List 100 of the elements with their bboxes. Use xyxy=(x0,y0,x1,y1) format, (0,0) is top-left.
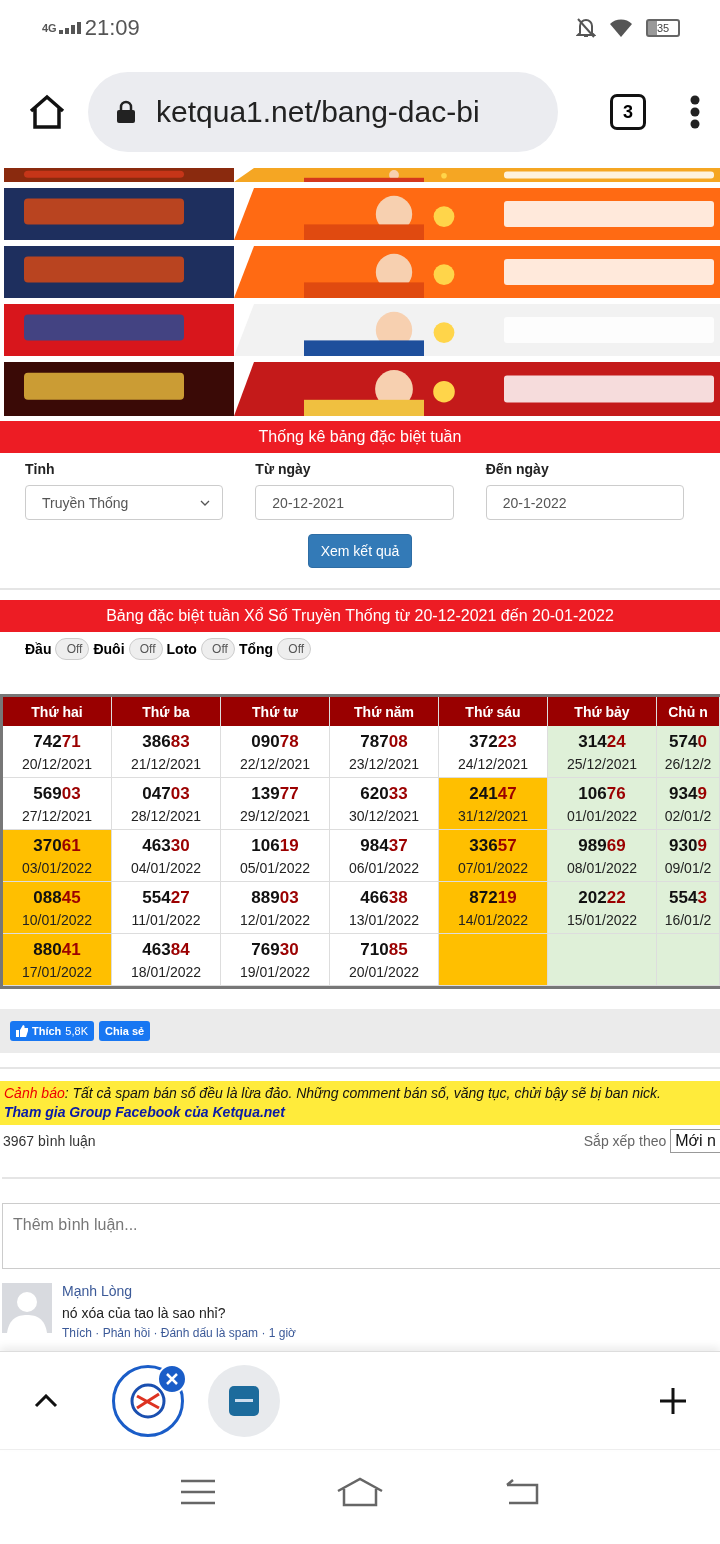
result-number: 04703 xyxy=(142,783,190,804)
result-number: 46638 xyxy=(360,887,408,908)
toggle-switch[interactable]: Off xyxy=(277,638,312,660)
result-date: 21/12/2021 xyxy=(130,755,202,772)
add-icon[interactable] xyxy=(658,1385,688,1416)
result-number: 24147 xyxy=(469,783,517,804)
field-label: Từ ngày xyxy=(255,461,312,477)
panel-title: Thống kê bảng đặc biệt tuần xyxy=(0,421,720,453)
comment-actions[interactable]: Thích · Phản hồi · Đánh dấu là spam · 1 giờ xyxy=(62,1326,296,1340)
result-number: 88903 xyxy=(251,887,299,908)
result-number: 37061 xyxy=(33,835,81,856)
result-date: 15/01/2022 xyxy=(566,911,638,928)
result-number: 98969 xyxy=(578,835,626,856)
comment-input[interactable]: Thêm bình luận... xyxy=(2,1203,720,1269)
result-number: 10676 xyxy=(578,783,626,804)
result-number: 5543 xyxy=(669,887,707,908)
result-number: 98437 xyxy=(360,835,408,856)
result-number: 10619 xyxy=(251,835,299,856)
toggle-label: Đuôi xyxy=(93,641,125,657)
result-number: 71085 xyxy=(360,939,408,960)
province-select[interactable]: Truyền Thống xyxy=(25,485,224,520)
result-number: 20222 xyxy=(578,887,626,908)
toggle-switch[interactable]: Off xyxy=(55,638,90,660)
column-header: Thứ bảy xyxy=(548,697,657,726)
signal-icon xyxy=(58,22,81,34)
result-date: 28/12/2021 xyxy=(130,807,202,824)
result-number: 62033 xyxy=(360,783,408,804)
lock-icon xyxy=(116,100,136,124)
result-number: 78708 xyxy=(360,731,408,752)
result-date: 08/01/2022 xyxy=(566,859,638,876)
result-date: 29/12/2021 xyxy=(239,807,311,824)
like-button[interactable]: Thích 5,8K xyxy=(10,1021,94,1041)
result-number: 87219 xyxy=(469,887,517,908)
menu-icon[interactable] xyxy=(180,1478,215,1505)
result-number: 56903 xyxy=(33,783,81,804)
group-link[interactable]: Tham gia Group Facebook của Ketqua.net xyxy=(4,1104,285,1120)
tab-count[interactable]: 3 xyxy=(610,94,646,130)
result-number: 46384 xyxy=(142,939,190,960)
result-date: 03/01/2022 xyxy=(21,859,93,876)
comment-author[interactable]: Mạnh Lòng xyxy=(62,1283,296,1299)
result-number: 9349 xyxy=(669,783,707,804)
result-date: 18/01/2022 xyxy=(130,963,202,980)
result-date: 09/01/2 xyxy=(664,859,712,876)
result-number: 08845 xyxy=(33,887,81,908)
result-date: 27/12/2021 xyxy=(21,807,93,824)
result-number: 38683 xyxy=(142,731,190,752)
result-number: 5740 xyxy=(669,731,707,752)
submit-button[interactable]: Xem kết quả xyxy=(307,534,413,568)
field-label: Đến ngày xyxy=(485,461,550,477)
toggle-switch[interactable]: Off xyxy=(128,638,163,660)
toggle-switch[interactable]: Off xyxy=(200,638,235,660)
column-header: Thứ sáu xyxy=(439,697,548,726)
column-header: Thứ năm xyxy=(330,697,439,726)
result-number: 37223 xyxy=(469,731,517,752)
result-number: 33657 xyxy=(469,835,517,856)
date-field[interactable]: 20-1-2022 xyxy=(485,485,684,520)
toggle-label: Đầu xyxy=(25,641,52,657)
url-text: ketqua1.net/bang-dac-bi xyxy=(156,95,480,129)
wifi-icon xyxy=(610,19,632,37)
result-number: 46330 xyxy=(142,835,190,856)
address-bar[interactable]: ketqua1.net/bang-dac-bi xyxy=(88,72,558,152)
result-date: 25/12/2021 xyxy=(566,755,638,772)
result-date: 02/01/2 xyxy=(664,807,712,824)
field-label: Tỉnh xyxy=(25,461,56,477)
result-date: 31/12/2021 xyxy=(457,807,529,824)
result-number: 88041 xyxy=(33,939,81,960)
sort-label: Sắp xếp theo xyxy=(583,1133,667,1149)
warning-text: Cảnh báo: Tất cả spam bán số đều là lừa đảo. Những comment bán số, văng tục, chửi bậy sẽ bị ban nick. xyxy=(4,1085,662,1101)
result-date: 01/01/2022 xyxy=(566,807,638,824)
comment-count: 3967 bình luận xyxy=(3,1133,96,1149)
more-icon[interactable] xyxy=(690,95,700,129)
result-date: 13/01/2022 xyxy=(348,911,420,928)
result-date: 05/01/2022 xyxy=(239,859,311,876)
share-button[interactable]: Chia sẻ xyxy=(99,1021,151,1041)
result-number: 13977 xyxy=(251,783,299,804)
back-icon[interactable] xyxy=(505,1478,540,1505)
column-header: Thứ tư xyxy=(221,697,330,726)
result-date: 04/01/2022 xyxy=(130,859,202,876)
thumbs-up-icon xyxy=(16,1025,28,1037)
comment-text: nó xóa của tao là sao nhỉ? xyxy=(62,1305,227,1321)
result-number: 31424 xyxy=(578,731,626,752)
site-logo-icon xyxy=(129,1381,167,1420)
date-field[interactable]: 20-12-2021 xyxy=(255,485,454,520)
result-date: 06/01/2022 xyxy=(348,859,420,876)
result-date: 17/01/2022 xyxy=(21,963,93,980)
result-number: 09078 xyxy=(251,731,299,752)
result-number: 9309 xyxy=(669,835,707,856)
column-header: Chủ n xyxy=(657,697,720,726)
result-date: 24/12/2021 xyxy=(457,755,529,772)
home-icon[interactable] xyxy=(28,94,66,130)
site-logo-icon xyxy=(229,1385,259,1416)
result-date: 16/01/2 xyxy=(664,911,712,928)
chevron-up-icon[interactable] xyxy=(34,1393,58,1408)
result-date: 22/12/2021 xyxy=(239,755,311,772)
result-date: 23/12/2021 xyxy=(348,755,420,772)
sort-select[interactable]: Mới n xyxy=(670,1129,720,1153)
result-date: 20/12/2021 xyxy=(21,755,93,772)
column-header: Thứ ba xyxy=(112,697,221,726)
result-date: 19/01/2022 xyxy=(239,963,311,980)
result-number: 74271 xyxy=(33,731,81,752)
